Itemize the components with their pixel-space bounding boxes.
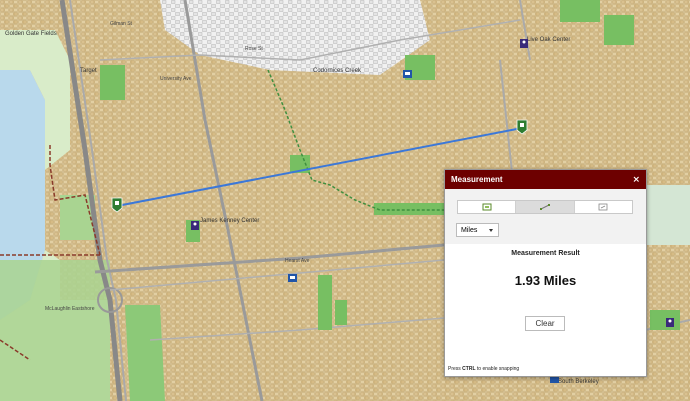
measurement-toolbar: Miles <box>445 189 646 244</box>
label-gilman-st: Gilman St <box>110 21 133 27</box>
label-south-berkeley: South Berkeley <box>558 379 599 385</box>
snap-hint-key: CTRL <box>462 366 476 372</box>
location-tool-button[interactable] <box>575 201 632 213</box>
label-james-kenney-center: James Kenney Center <box>200 218 259 224</box>
unit-dropdown[interactable]: Miles <box>456 223 499 237</box>
park-3 <box>560 0 600 22</box>
snapping-hint: Press CTRL to enable snapping <box>448 366 519 372</box>
label-university-ave: University Ave <box>160 76 192 82</box>
community-center-icon <box>520 39 528 48</box>
result-heading: Measurement Result <box>511 250 580 257</box>
community-center-icon <box>191 221 199 230</box>
label-rose-st: Rose St <box>245 46 263 52</box>
park-7 <box>318 275 332 330</box>
snap-hint-suffix: to enable snapping <box>475 366 520 372</box>
measurement-panel: Measurement × Miles Measurement Result 1… <box>444 169 647 377</box>
measurement-header: Measurement × <box>445 170 646 189</box>
park-8 <box>335 300 347 325</box>
label-live-oak-center: Live Oak Center <box>527 37 570 43</box>
distance-icon <box>539 204 550 210</box>
campus-area <box>640 185 690 245</box>
result-value: 1.93 Miles <box>514 273 577 288</box>
unit-value: Miles <box>461 226 478 234</box>
community-center-icon <box>666 318 674 327</box>
label-target: Target <box>80 68 97 74</box>
transit-icon <box>403 70 412 78</box>
park-area-sw <box>0 260 110 401</box>
close-icon[interactable]: × <box>632 175 640 185</box>
park-10 <box>650 310 680 330</box>
transit-icon <box>288 274 297 282</box>
clear-button[interactable]: Clear <box>525 316 565 331</box>
park-6 <box>374 203 444 215</box>
measurement-title: Measurement <box>451 175 503 184</box>
label-codornices-creek: Codornices Creek <box>313 68 362 74</box>
measurement-tool-group <box>457 200 633 214</box>
distance-tool-button[interactable] <box>516 201 575 213</box>
park-area-s <box>125 305 165 401</box>
chevron-down-icon <box>489 229 493 232</box>
label-mclaughlin-eastshore: McLaughlin Eastshore <box>45 306 95 312</box>
area-icon <box>482 203 492 211</box>
label-hearst-ave: Hearst Ave <box>285 258 310 264</box>
label-golden-gate-fields: Golden Gate Fields <box>5 31 57 37</box>
park-4 <box>604 15 634 45</box>
area-tool-button[interactable] <box>458 201 517 213</box>
snap-hint-prefix: Press <box>448 366 463 372</box>
location-icon <box>598 203 608 211</box>
park-1 <box>100 65 125 100</box>
